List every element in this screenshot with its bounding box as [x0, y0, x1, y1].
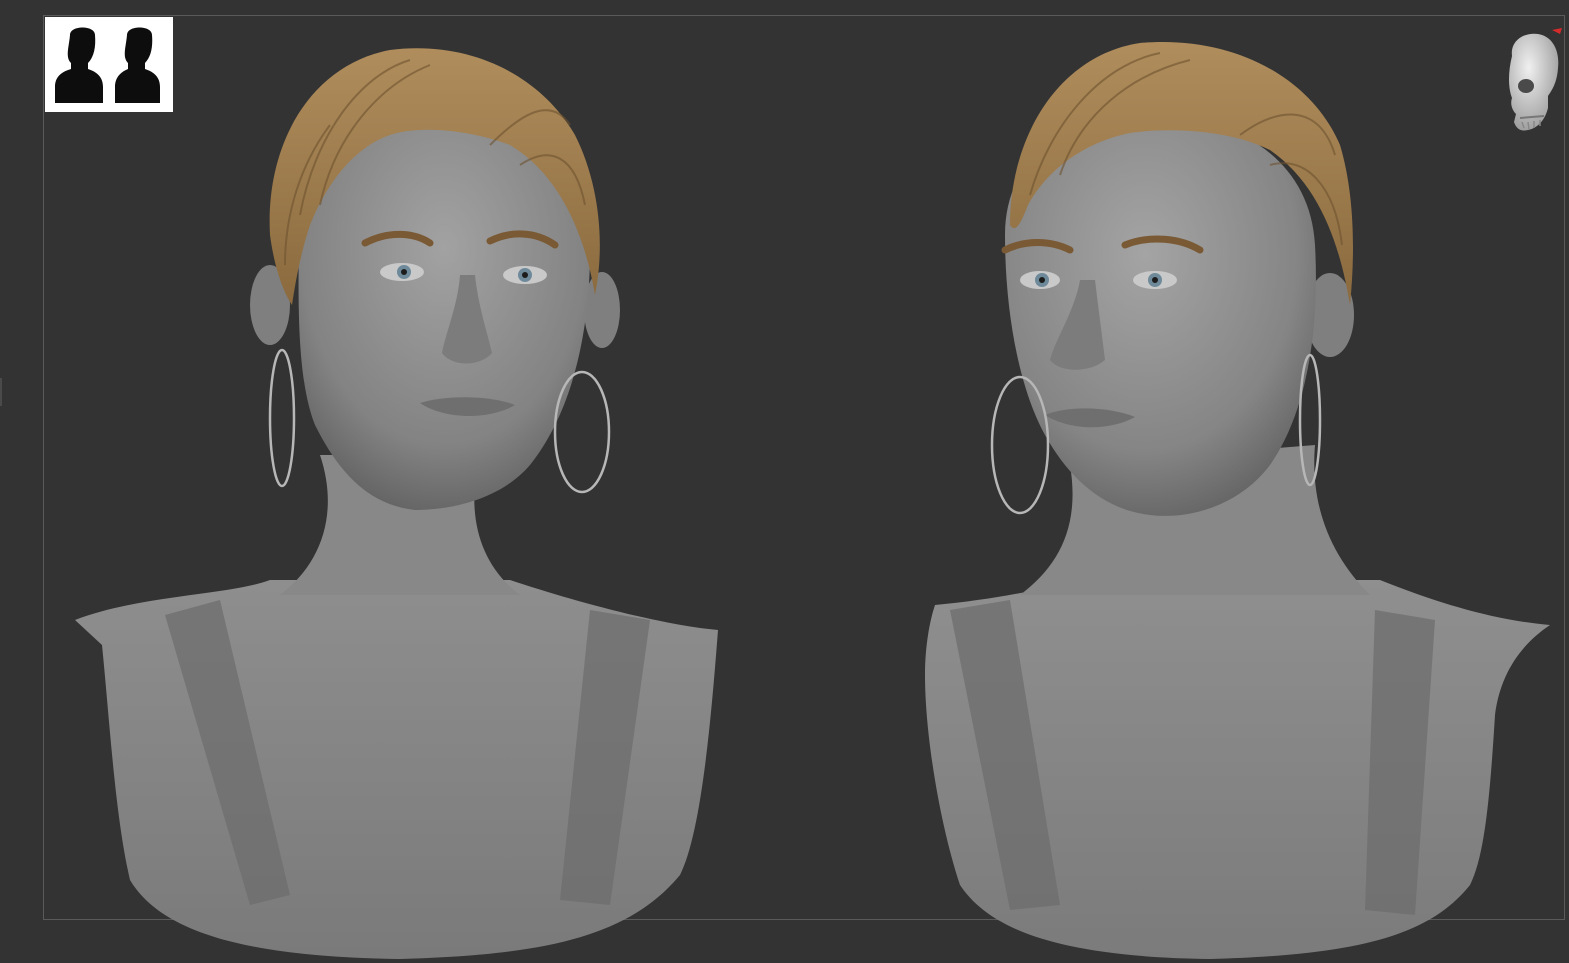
hoop-earring-right — [553, 370, 611, 494]
hoop-earring-near — [990, 375, 1050, 515]
skull-navcube-icon — [1509, 28, 1562, 131]
bust-three-quarter-view[interactable] — [910, 35, 1560, 959]
viewport-edge-handle[interactable] — [0, 378, 2, 406]
hoop-earring-left — [268, 348, 296, 488]
navigation-gizmo[interactable] — [1500, 28, 1562, 140]
bust-front-view[interactable] — [70, 35, 730, 959]
